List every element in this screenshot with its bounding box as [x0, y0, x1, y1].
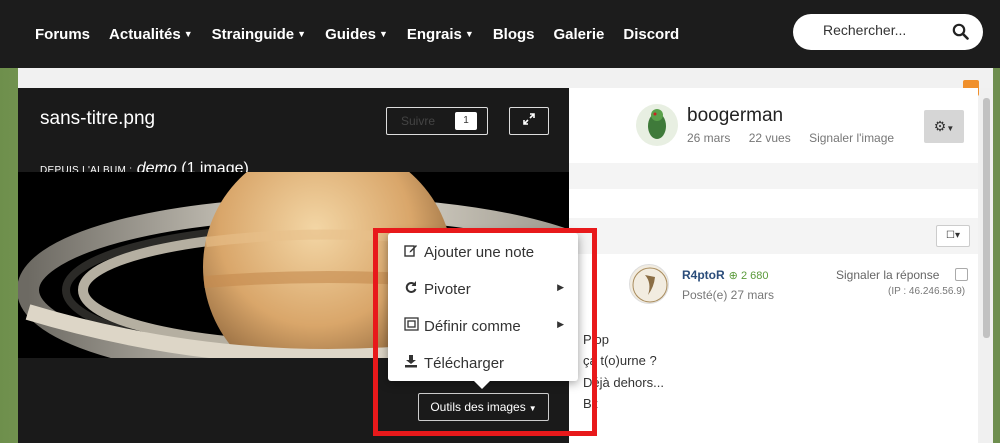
follow-button[interactable]: Suivre 1 — [386, 107, 488, 135]
settings-button[interactable]: ⚙▼ — [924, 110, 964, 143]
nav-items: Forums Actualités ▼ Strainguide ▼ Guides ▼ … — [35, 26, 698, 43]
view-count: 22 vues — [748, 131, 791, 145]
nav-item-forums[interactable]: Forums — [35, 26, 90, 43]
nav-item-strainguide[interactable]: Strainguide ▼ — [212, 26, 306, 43]
select-reply-checkbox[interactable] — [955, 268, 968, 281]
report-image-link[interactable]: Signaler l'image — [809, 131, 894, 145]
fullscreen-button[interactable] — [509, 107, 549, 135]
comments-toolbar — [569, 218, 978, 254]
nav-item-blogs[interactable]: Blogs — [493, 26, 535, 43]
search-box — [793, 14, 983, 50]
divider-band — [569, 163, 978, 189]
gear-icon: ⚙ — [933, 118, 947, 134]
image-title: sans-titre.png — [40, 108, 156, 129]
post-date: 26 mars — [687, 131, 731, 145]
select-all-dropdown[interactable]: ☐▾ — [936, 225, 970, 247]
chevron-down-icon: ▼ — [464, 29, 474, 39]
search-icon[interactable] — [952, 23, 969, 45]
top-nav: Forums Actualités ▼ Strainguide ▼ Guides ▼ … — [0, 0, 1000, 68]
report-reply-link[interactable]: Signaler la réponse — [836, 268, 939, 282]
nav-item-engrais[interactable]: Engrais ▼ — [407, 26, 474, 43]
nav-item-guides[interactable]: Guides ▼ — [325, 26, 388, 43]
chevron-down-icon: ▼ — [183, 29, 193, 39]
author-name[interactable]: boogerman — [687, 105, 783, 127]
image-details-panel: boogerman 26 mars 22 vues Signaler l'ima… — [569, 88, 978, 443]
ip-address: (IP : 46.246.56.9) — [888, 286, 966, 297]
scrollbar-thumb[interactable] — [983, 98, 990, 338]
avatar[interactable] — [629, 264, 669, 304]
chevron-down-icon: ▼ — [297, 29, 307, 39]
nav-item-galerie[interactable]: Galerie — [553, 26, 604, 43]
author-meta: 26 mars 22 vues Signaler l'image — [687, 131, 909, 145]
nav-item-actualites[interactable]: Actualités ▼ — [109, 26, 193, 43]
follow-label: Suivre — [401, 114, 436, 128]
chevron-down-icon: ▼ — [946, 124, 955, 133]
chevron-down-icon: ▼ — [378, 29, 388, 39]
expand-icon — [523, 113, 535, 128]
search-input[interactable] — [823, 22, 943, 38]
scrollbar[interactable] — [980, 88, 993, 443]
nav-item-discord[interactable]: Discord — [623, 26, 679, 43]
avatar[interactable] — [636, 104, 678, 146]
reputation-badge: ⊕ 2 680 — [728, 270, 769, 282]
follow-count: 1 — [455, 112, 477, 130]
reply-date: Posté(e) 27 mars — [682, 288, 775, 302]
reply-author[interactable]: R4ptoR ⊕ 2 680 — [682, 268, 768, 282]
highlight-box — [373, 228, 597, 436]
